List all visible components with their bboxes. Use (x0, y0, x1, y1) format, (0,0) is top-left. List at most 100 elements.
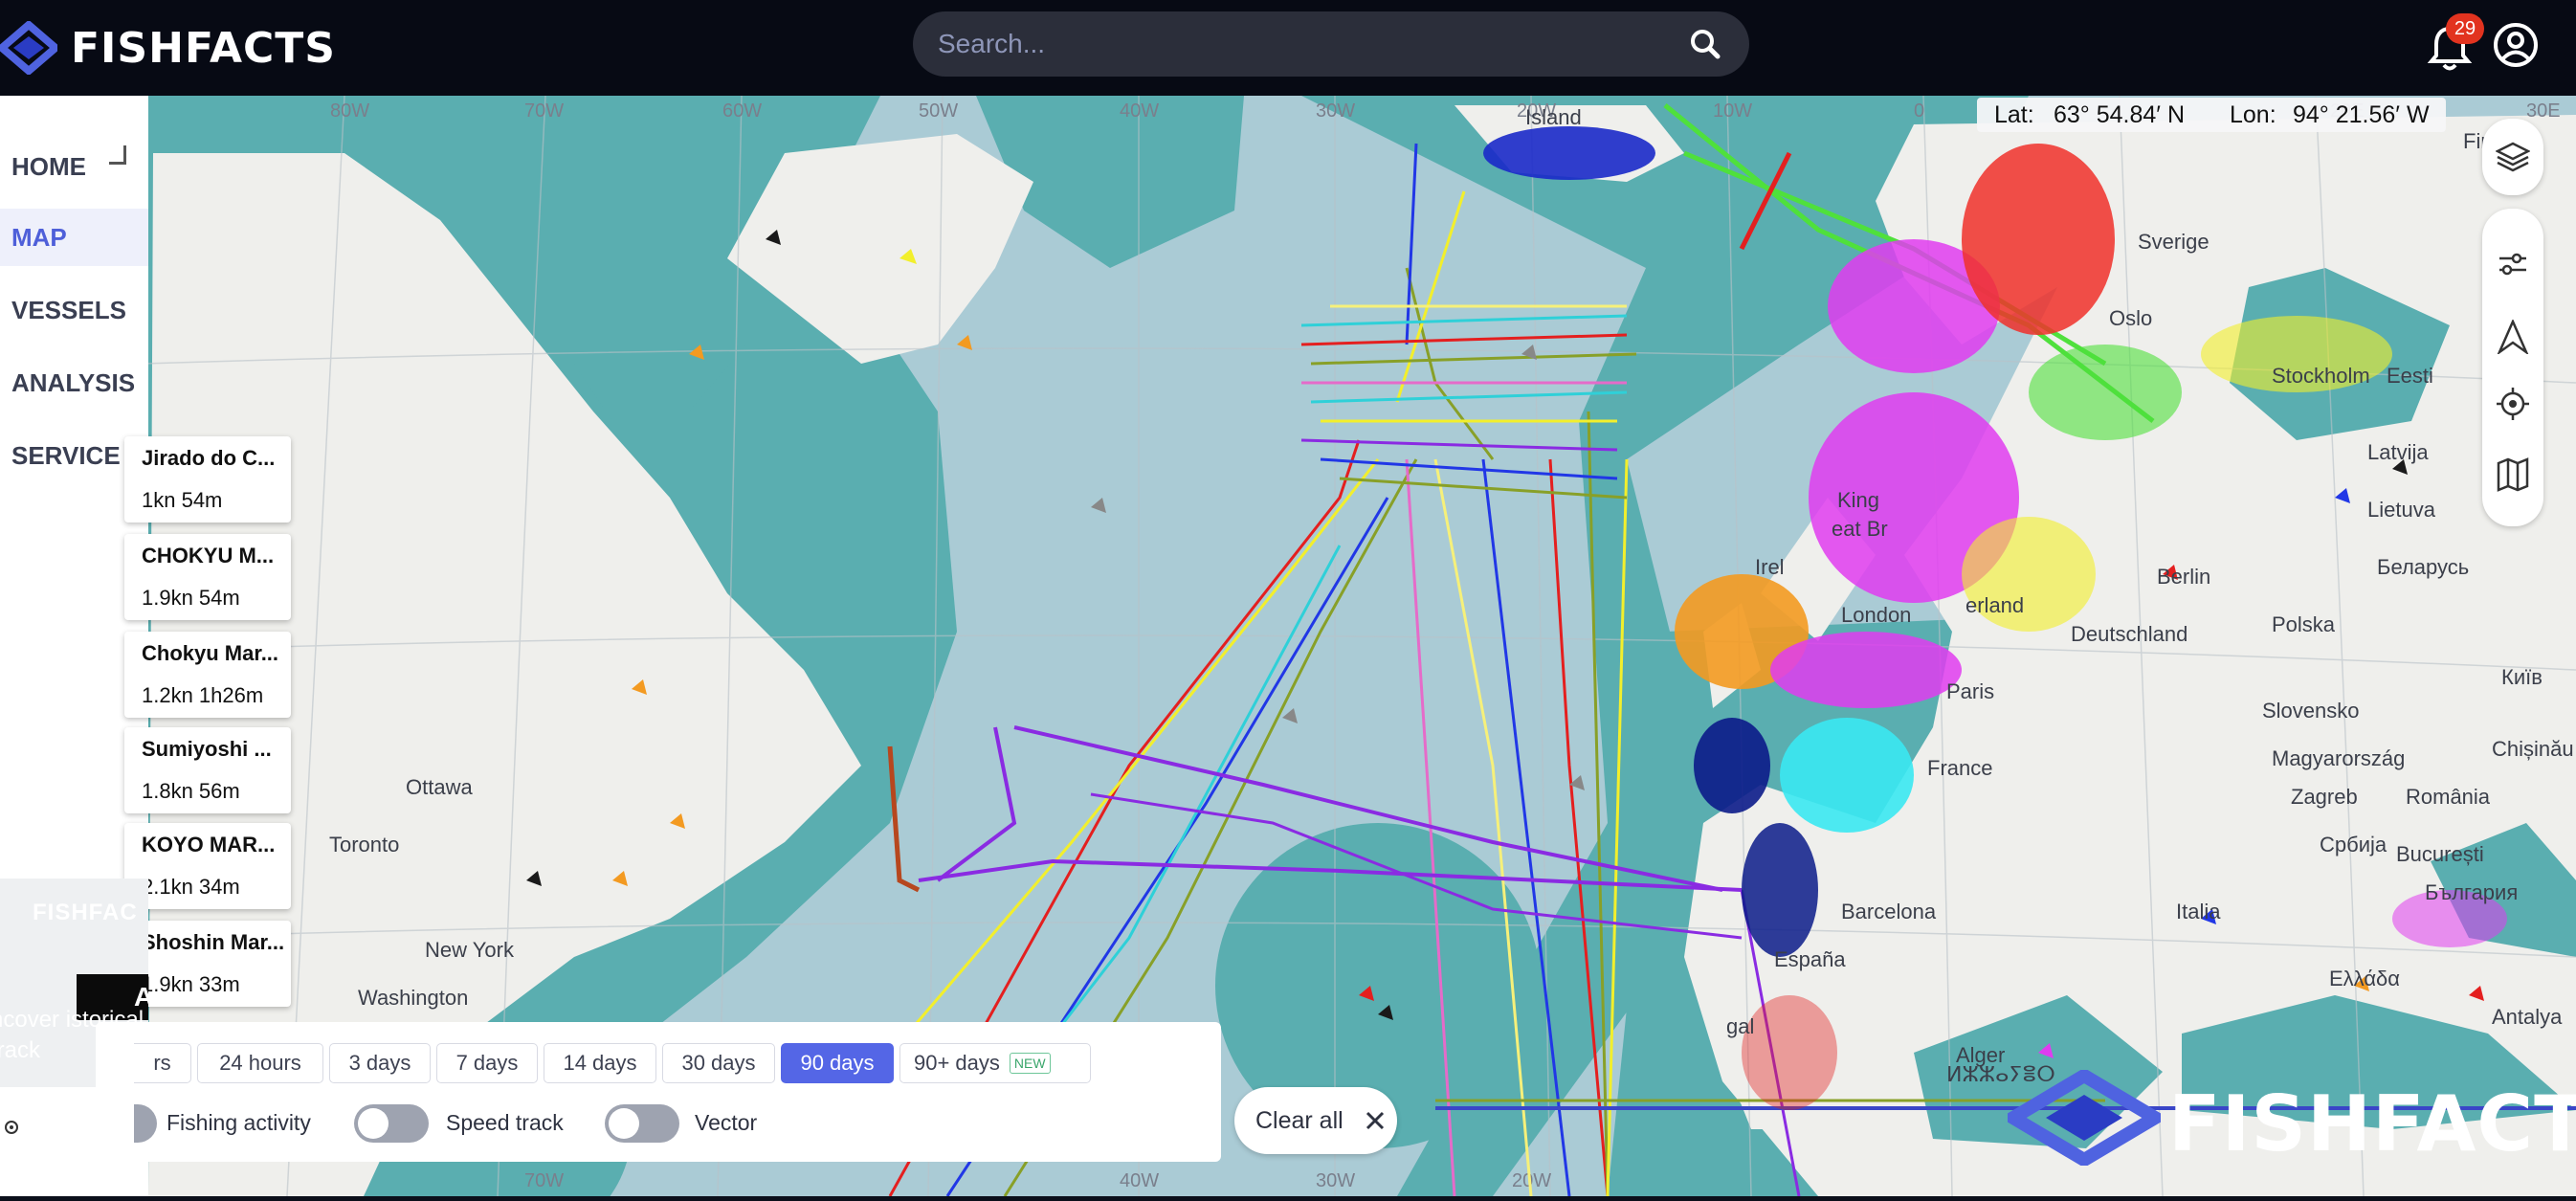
label-romania: România (2406, 785, 2491, 809)
layers-button[interactable] (2482, 119, 2543, 195)
label-toronto: Toronto (329, 833, 399, 856)
time-option-14-days[interactable]: 14 days (544, 1043, 656, 1083)
vessel-name: Jirado do C... (142, 446, 276, 470)
label-lietuva: Lietuva (2367, 498, 2436, 522)
navigation-arrow-icon[interactable] (2496, 320, 2530, 354)
time-option-hours[interactable]: rs (134, 1043, 191, 1083)
svg-text:40W: 40W (1120, 1170, 1159, 1191)
vessel-meta: 1kn 54m (142, 488, 223, 512)
vessel-meta: 1.9kn 54m (142, 586, 240, 610)
settings-gear-icon[interactable] (0, 1116, 23, 1139)
clear-all-button[interactable]: Clear all (1234, 1087, 1397, 1154)
lat-value: 63° 54.84′ N (2054, 101, 2185, 128)
lat-label: Lat: (1994, 101, 2034, 128)
search-icon[interactable] (1686, 25, 1724, 63)
vessel-name: Chokyu Mar... (142, 641, 279, 665)
label-espana: España (1774, 947, 1846, 971)
svg-text:70W: 70W (524, 1170, 564, 1191)
vessel-name: Sumiyoshi ... (142, 737, 272, 761)
search-input[interactable] (938, 29, 1686, 59)
label-new-york: New York (425, 938, 515, 962)
sliders-icon[interactable] (2496, 247, 2530, 281)
clear-all-label: Clear all (1255, 1107, 1344, 1134)
label-chisinau: Chișinău (2492, 737, 2574, 761)
label-ottawa: Ottawa (406, 775, 473, 799)
label-deutschland: Deutschland (2071, 622, 2187, 646)
app-name: FISHFACTS (71, 23, 336, 73)
toggle-knob (609, 1108, 639, 1139)
nav-map[interactable]: MAP (0, 209, 148, 266)
fishing-activity-toggle[interactable] (134, 1104, 157, 1143)
lon-value: 94° 21.56′ W (2293, 101, 2430, 128)
label-zagreb: Zagreb (2291, 785, 2358, 809)
label-portugal: gal (1726, 1014, 1754, 1038)
label-kyiv: Київ (2501, 665, 2543, 689)
svg-text:80W: 80W (330, 100, 369, 122)
coordinate-readout: Lat: 63° 54.84′ N Lon: 94° 21.56′ W (1977, 98, 2446, 132)
nav-vessels[interactable]: VESSELS (0, 281, 148, 339)
time-option-24-hours[interactable]: 24 hours (197, 1043, 323, 1083)
search-bar[interactable] (913, 11, 1749, 77)
vessel-card[interactable]: Sumiyoshi ... 1.8kn 56m (124, 727, 291, 813)
label-italia: Italia (2176, 900, 2221, 923)
speed-track-toggle[interactable] (354, 1104, 429, 1143)
label-antalya: Antalya (2492, 1005, 2563, 1029)
svg-text:50W: 50W (919, 100, 958, 122)
label-washington: Washington (358, 986, 468, 1010)
promo-title: FISHFAC (33, 900, 138, 925)
svg-text:60W: 60W (722, 100, 762, 122)
close-icon (1366, 1111, 1385, 1130)
svg-text:40W: 40W (1120, 100, 1159, 122)
toggle-knob (358, 1108, 389, 1139)
time-option-7-days[interactable]: 7 days (436, 1043, 538, 1083)
vector-label: Vector (695, 1110, 758, 1135)
collapse-sidebar-icon[interactable] (109, 145, 126, 165)
app-logo[interactable]: FISHFACTS (0, 21, 336, 75)
label-bucuresti: București (2396, 842, 2484, 866)
label-ireland: Irel (1755, 555, 1785, 579)
label-polska: Polska (2272, 612, 2336, 636)
user-avatar-icon[interactable] (2492, 21, 2540, 69)
label-paris: Paris (1946, 679, 1994, 703)
svg-text:0: 0 (1914, 100, 1924, 122)
vessel-name: CHOKYU M... (142, 544, 275, 567)
time-option-90-plus-days[interactable]: 90+ days NEW (899, 1043, 1091, 1083)
label-berlin: Berlin (2157, 565, 2210, 589)
top-bar: FISHFACTS 29 (0, 0, 2576, 96)
label-belarus: Беларусь (2377, 555, 2469, 579)
label-ellada: Ελλάδα (2329, 967, 2400, 990)
vessel-card[interactable]: KOYO MAR... 2.1kn 34m (124, 823, 291, 909)
time-option-3-days[interactable]: 3 days (329, 1043, 431, 1083)
vessel-card[interactable]: CHOKYU M... 1.9kn 54m (124, 534, 291, 620)
label-latvija: Latvija (2367, 440, 2429, 464)
vessel-card[interactable]: Chokyu Mar... 1.2kn 1h26m (124, 632, 291, 718)
time-option-label: 90+ days (914, 1051, 1000, 1075)
vessel-card[interactable]: Jirado do C... 1kn 54m (124, 436, 291, 523)
fishfacts-watermark-icon (2008, 1070, 2161, 1166)
label-berland: erland (1965, 593, 2024, 617)
label-srbija: Србија (2320, 833, 2387, 856)
svg-text:10W: 10W (1713, 100, 1752, 122)
vessel-name: KOYO MAR... (142, 833, 276, 856)
fishing-activity-label: Fishing activity (167, 1110, 311, 1135)
nav-analysis[interactable]: ANALYSIS (0, 354, 148, 411)
time-filter-bar: rs 24 hours 3 days 7 days 14 days 30 day… (96, 1022, 1221, 1162)
label-oslo: Oslo (2109, 306, 2152, 330)
time-option-30-days[interactable]: 30 days (662, 1043, 775, 1083)
locate-target-icon[interactable] (2496, 387, 2530, 421)
time-option-90-days[interactable]: 90 days (781, 1043, 894, 1083)
label-slovensko: Slovensko (2262, 699, 2360, 723)
fishfacts-logo-icon (0, 21, 57, 75)
svg-text:30E: 30E (2526, 100, 2561, 122)
vessel-name: Shoshin Mar... (142, 930, 285, 954)
vessel-meta: 1.9kn 33m (142, 972, 240, 996)
map-book-icon[interactable] (2496, 457, 2530, 492)
label-kingdom: King (1837, 488, 1879, 512)
vessel-card[interactable]: Shoshin Mar... 1.9kn 33m (124, 921, 291, 1007)
vessel-meta: 2.1kn 34m (142, 875, 240, 899)
watermark-text: FISHFACTS (2168, 1079, 2576, 1168)
lon-label: Lon: (2230, 101, 2276, 128)
vector-toggle[interactable] (605, 1104, 679, 1143)
label-bulgaria: България (2425, 880, 2518, 904)
label-sverige: Sverige (2138, 230, 2210, 254)
